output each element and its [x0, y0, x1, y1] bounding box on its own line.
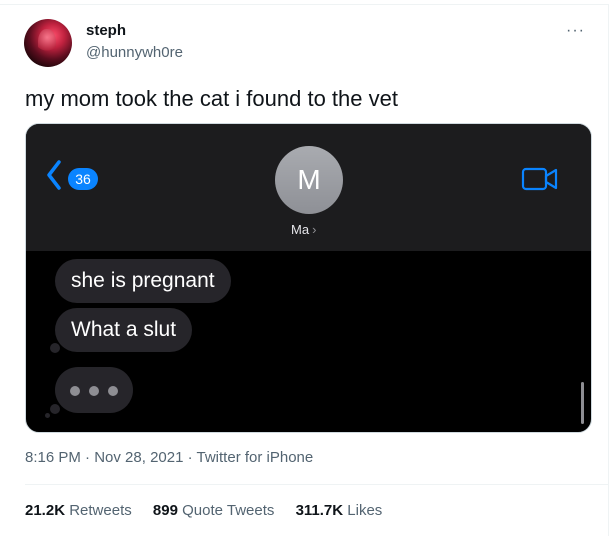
engagement-stats: 21.2K Retweets 899 Quote Tweets 311.7K L…	[25, 502, 399, 519]
likes-label: Likes	[347, 502, 383, 519]
contact-avatar: M	[275, 146, 343, 214]
quotes-count: 899	[152, 502, 178, 519]
tweet-image[interactable]: 36 M Ma › she is pregnant What a slut	[25, 123, 592, 433]
likes-count: 311.7K	[295, 502, 344, 519]
back-chevron-icon	[47, 160, 61, 190]
typing-dot	[108, 386, 118, 396]
typing-dot	[89, 386, 99, 396]
retweets-link[interactable]: 21.2K Retweets	[25, 502, 132, 519]
more-options-icon[interactable]: ···	[566, 22, 585, 40]
quotes-label: Quote Tweets	[182, 502, 275, 519]
retweets-count: 21.2K	[25, 502, 66, 519]
contact-name: Ma ›	[291, 222, 316, 237]
typing-dot	[70, 386, 80, 396]
meta-separator: ·	[80, 449, 95, 466]
meta-separator: ·	[183, 449, 197, 466]
tweet-time[interactable]: 8:16 PM	[25, 449, 81, 466]
divider-top	[0, 4, 609, 5]
unread-count-badge: 36	[68, 168, 98, 190]
avatar[interactable]	[24, 19, 72, 67]
tweet-date[interactable]: Nov 28, 2021	[94, 449, 183, 466]
typing-indicator	[55, 367, 133, 413]
message-bubble: she is pregnant	[55, 259, 231, 303]
retweets-label: Retweets	[69, 502, 132, 519]
likes-link[interactable]: 311.7K Likes	[296, 502, 383, 519]
display-name[interactable]: steph	[86, 22, 126, 39]
message-bubble: What a slut	[55, 308, 193, 352]
scrollbar	[581, 382, 584, 424]
typing-tail	[45, 413, 50, 418]
tweet-text: my mom took the cat i found to the vet	[25, 86, 398, 111]
quote-tweets-link[interactable]: 899 Quote Tweets	[153, 502, 274, 519]
contact-name-label: Ma	[291, 222, 310, 237]
contact-chevron-icon: ›	[312, 222, 317, 237]
typing-tail	[50, 404, 60, 414]
imessage-header: 36 M Ma ›	[26, 124, 591, 251]
bubble-tail	[50, 343, 60, 353]
divider-stats	[25, 484, 609, 485]
tweet-meta: 8:16 PM · Nov 28, 2021 · Twitter for iPh…	[25, 449, 313, 466]
tweet: steph @hunnywh0re ··· my mom took the ca…	[0, 0, 609, 536]
user-handle[interactable]: @hunnywh0re	[86, 44, 183, 61]
tweet-source[interactable]: Twitter for iPhone	[197, 449, 314, 466]
video-call-icon	[521, 167, 558, 191]
